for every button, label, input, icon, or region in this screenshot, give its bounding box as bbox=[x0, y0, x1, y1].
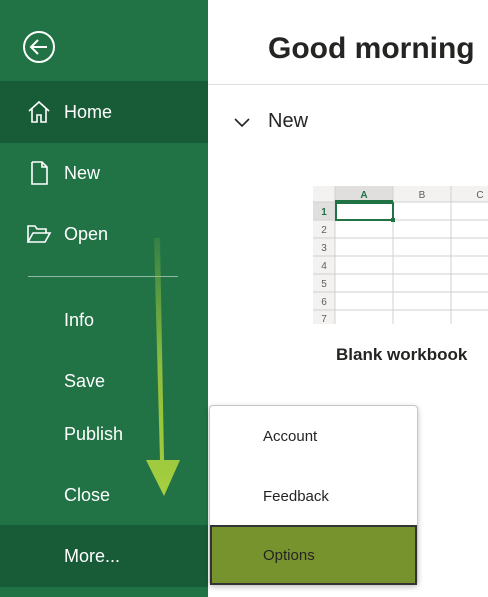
backstage-sidebar: Home New Open Info Save Publish Close Mo… bbox=[0, 0, 208, 597]
row-header: 5 bbox=[321, 279, 327, 290]
row-header: 7 bbox=[321, 314, 327, 324]
sidebar-item-label: Info bbox=[64, 309, 95, 330]
row-header: 6 bbox=[321, 297, 327, 308]
annotation-arrow bbox=[146, 238, 180, 496]
section-title: New bbox=[268, 110, 309, 132]
menu-item-label: Feedback bbox=[263, 487, 329, 505]
row-header: 2 bbox=[321, 225, 327, 236]
blank-workbook-label[interactable]: Blank workbook bbox=[336, 345, 467, 365]
open-folder-icon bbox=[26, 221, 52, 247]
sidebar-item-home[interactable]: Home bbox=[0, 81, 208, 143]
back-button[interactable] bbox=[22, 30, 56, 64]
menu-item-options[interactable]: Options bbox=[210, 525, 417, 585]
new-document-icon bbox=[26, 160, 52, 186]
sidebar-item-more[interactable]: More... bbox=[0, 525, 208, 587]
row-header: 3 bbox=[321, 243, 327, 254]
sidebar-item-label: More... bbox=[64, 545, 121, 566]
column-header: A bbox=[360, 190, 367, 201]
more-menu-popup: Account Feedback Options bbox=[209, 405, 418, 585]
blank-workbook-thumbnail[interactable]: A B C 1 2 3 4 5 6 7 bbox=[313, 186, 488, 324]
home-icon bbox=[26, 99, 52, 125]
sidebar-item-label: Publish bbox=[64, 423, 124, 444]
spreadsheet-grid-icon: A B C 1 2 3 4 5 6 7 bbox=[313, 186, 488, 324]
new-section-header[interactable]: New bbox=[232, 110, 308, 133]
page-title: Good morning bbox=[268, 32, 475, 65]
sidebar-item-new[interactable]: New bbox=[0, 142, 208, 204]
column-header: B bbox=[419, 190, 426, 201]
sidebar-item-label: Save bbox=[64, 370, 106, 391]
menu-item-label: Options bbox=[263, 546, 315, 564]
menu-item-account[interactable]: Account bbox=[210, 406, 417, 466]
row-header: 4 bbox=[321, 261, 327, 272]
sidebar-item-label: Home bbox=[64, 101, 113, 122]
row-header: 1 bbox=[321, 207, 327, 218]
header-divider bbox=[208, 84, 488, 85]
sidebar-item-label: Close bbox=[64, 484, 111, 505]
menu-item-label: Account bbox=[263, 427, 318, 445]
back-arrow-icon bbox=[23, 31, 55, 63]
column-header: C bbox=[476, 190, 483, 201]
sidebar-item-label: New bbox=[64, 162, 101, 183]
chevron-down-icon bbox=[232, 112, 252, 132]
menu-item-feedback[interactable]: Feedback bbox=[210, 466, 417, 526]
sidebar-item-label: Open bbox=[64, 223, 109, 244]
